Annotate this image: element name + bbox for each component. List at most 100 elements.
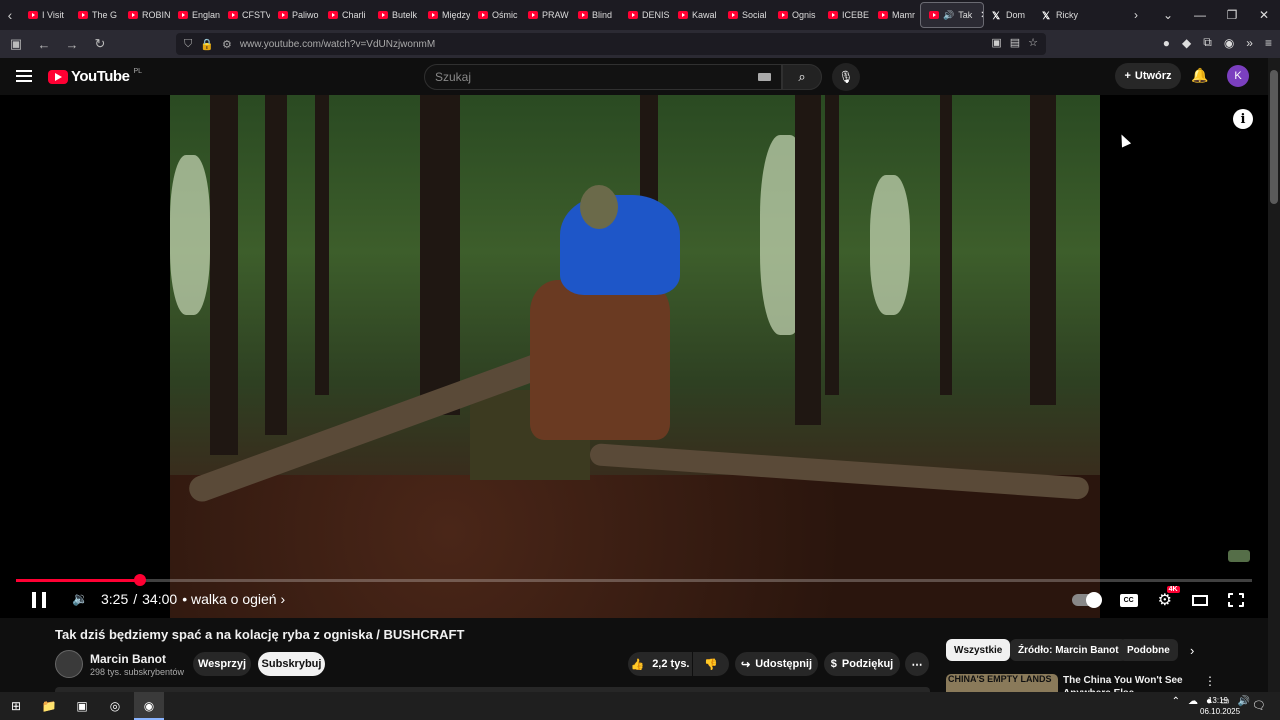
tab-scroll-left-button[interactable]: ‹ bbox=[0, 0, 20, 30]
thanks-button[interactable]: $ Podziękuj bbox=[824, 652, 900, 676]
pip-icon[interactable]: ▣ bbox=[991, 36, 1001, 49]
video-frame[interactable] bbox=[170, 95, 1100, 618]
system-clock[interactable]: 13:19 06.10.2025 bbox=[1200, 695, 1241, 717]
settings-gear-icon[interactable]: ⚙ 4K bbox=[1158, 586, 1180, 610]
browser-tab[interactable]: Ognis bbox=[770, 2, 820, 28]
reload-icon[interactable]: ↻ bbox=[88, 32, 112, 56]
video-player[interactable]: i 🔉 3:25 / 34:00 • walka o ogień › CC ⚙ 4… bbox=[0, 95, 1268, 618]
browser-tab[interactable]: 𝕏 Dom bbox=[984, 2, 1034, 28]
page-scrollbar[interactable] bbox=[1268, 58, 1280, 692]
channel-avatar[interactable] bbox=[55, 650, 83, 678]
cloud-icon[interactable]: ☁ bbox=[1188, 696, 1198, 707]
close-window-icon[interactable]: ✕ bbox=[1248, 8, 1280, 22]
lock-icon[interactable]: 🔒 bbox=[200, 38, 214, 51]
back-icon[interactable]: ← bbox=[32, 32, 56, 56]
browser-tab[interactable]: Englan bbox=[170, 2, 220, 28]
hamburger-menu-icon[interactable] bbox=[16, 70, 32, 82]
pause-icon[interactable] bbox=[32, 592, 46, 608]
account-avatar[interactable]: K bbox=[1227, 65, 1249, 87]
sidebar-toggle-icon[interactable]: ▣ bbox=[4, 32, 28, 56]
steam-icon[interactable]: ◎ bbox=[106, 697, 124, 715]
chevron-right-icon[interactable]: › bbox=[1190, 643, 1194, 658]
more-vertical-icon[interactable]: ⋮ bbox=[1204, 674, 1216, 688]
chip-from-channel[interactable]: Źródło: Marcin Banot bbox=[1010, 639, 1127, 661]
reader-icon[interactable]: ▤ bbox=[1010, 36, 1020, 49]
address-bar[interactable]: ⛉ 🔒 ⚙ www.youtube.com/watch?v=VdUNzjwonm… bbox=[176, 33, 1046, 55]
info-icon[interactable]: i bbox=[1233, 109, 1253, 129]
volume-icon[interactable]: 🔉 bbox=[72, 591, 88, 607]
browser-tab[interactable]: Social bbox=[720, 2, 770, 28]
firefox-icon[interactable]: ◉ bbox=[140, 697, 158, 715]
speaker-icon[interactable]: 🔊 bbox=[943, 10, 954, 21]
browser-tab[interactable]: Mamr bbox=[870, 2, 920, 28]
browser-tab[interactable]: The G bbox=[70, 2, 120, 28]
chapter-title[interactable]: • walka o ogień › bbox=[182, 591, 285, 607]
browser-tab[interactable]: Blind bbox=[570, 2, 620, 28]
file-explorer-icon[interactable]: 📁 bbox=[40, 697, 58, 715]
speaker-tray-icon[interactable]: 🔊 bbox=[1238, 696, 1250, 707]
shield-icon[interactable]: ⛉ bbox=[184, 38, 192, 51]
voice-search-button[interactable]: 🎙 bbox=[832, 63, 860, 91]
subscribe-button[interactable]: Subskrybuj bbox=[258, 652, 325, 676]
extension-shield-icon[interactable]: ● bbox=[1163, 36, 1170, 50]
create-button[interactable]: + Utwórz bbox=[1115, 63, 1181, 89]
theater-mode-icon[interactable] bbox=[1192, 594, 1208, 606]
restore-icon[interactable]: ❐ bbox=[1216, 8, 1248, 22]
forward-icon[interactable]: → bbox=[60, 32, 84, 56]
toolbar-extensions: ● ◆ ⧉ ◉ » ≡ bbox=[1163, 35, 1272, 50]
extension-badge-icon[interactable]: ◉ bbox=[1224, 36, 1234, 50]
recommendation-title[interactable]: The China You Won't See Anywhere Else bbox=[1063, 674, 1203, 692]
chip-all[interactable]: Wszystkie bbox=[946, 639, 1011, 661]
browser-tab[interactable]: Między bbox=[420, 2, 470, 28]
channel-name[interactable]: Marcin Banot bbox=[90, 652, 166, 666]
extension-fox-icon[interactable]: ◆ bbox=[1182, 36, 1191, 50]
browser-tab[interactable]: Paliwo bbox=[270, 2, 320, 28]
url-text[interactable]: www.youtube.com/watch?v=VdUNzjwonmM bbox=[240, 39, 435, 50]
notification-center-icon[interactable]: 🗨 bbox=[1252, 699, 1266, 712]
notifications-bell-icon[interactable]: 🔔 bbox=[1191, 67, 1208, 84]
tab-label: Tak bbox=[958, 10, 973, 20]
fullscreen-icon[interactable] bbox=[1228, 593, 1244, 607]
keyboard-icon[interactable] bbox=[758, 73, 771, 81]
scrollbar-thumb[interactable] bbox=[1270, 70, 1278, 204]
browser-tab[interactable]: CFSTV bbox=[220, 2, 270, 28]
browser-tab[interactable]: ROBIN bbox=[120, 2, 170, 28]
tray-chevron-icon[interactable]: ⌃ bbox=[1172, 696, 1180, 707]
app-icon[interactable]: ▣ bbox=[73, 697, 91, 715]
tab-list-icon[interactable]: ⌄ bbox=[1152, 8, 1184, 22]
browser-tab[interactable]: PRAW bbox=[520, 2, 570, 28]
youtube-logo[interactable]: YouTube PL bbox=[48, 68, 142, 85]
search-button[interactable]: ⌕ bbox=[782, 64, 822, 90]
chip-related[interactable]: Podobne bbox=[1119, 639, 1178, 661]
autoplay-toggle[interactable] bbox=[1071, 592, 1102, 608]
join-button[interactable]: Wesprzyj bbox=[193, 652, 251, 676]
like-button[interactable]: 👍 2,2 tys. bbox=[628, 652, 692, 676]
bookmark-star-icon[interactable]: ☆ bbox=[1028, 36, 1038, 49]
more-actions-button[interactable]: ⋯ bbox=[905, 652, 929, 676]
extensions-puzzle-icon[interactable]: ⧉ bbox=[1203, 35, 1212, 50]
recommendation-thumbnail[interactable]: CHINA'S EMPTY LANDS bbox=[946, 674, 1058, 692]
browser-tab[interactable]: 𝕏 Ricky bbox=[1034, 2, 1084, 28]
windows-start-icon[interactable]: ⊞ bbox=[7, 697, 25, 715]
progress-scrubber[interactable] bbox=[134, 574, 146, 586]
browser-tab[interactable]: ICEBE bbox=[820, 2, 870, 28]
clock-date: 06.10.2025 bbox=[1200, 707, 1241, 716]
share-button[interactable]: ↪ Udostępnij bbox=[735, 652, 818, 676]
browser-tab[interactable]: I Visit bbox=[20, 2, 70, 28]
minimize-icon[interactable]: — bbox=[1184, 8, 1216, 22]
browser-tab-active[interactable]: 🔊Tak✕ bbox=[920, 2, 984, 28]
browser-tab[interactable]: Charli bbox=[320, 2, 370, 28]
subtitles-icon[interactable]: CC bbox=[1119, 593, 1138, 607]
dislike-button[interactable]: 👎 bbox=[693, 652, 729, 676]
channel-watermark[interactable] bbox=[1228, 550, 1250, 562]
browser-tab[interactable]: Kawal bbox=[670, 2, 720, 28]
tab-scroll-right-button[interactable]: › bbox=[1120, 8, 1152, 22]
search-input[interactable]: Szukaj bbox=[424, 64, 782, 90]
app-menu-icon[interactable]: ≡ bbox=[1265, 36, 1272, 50]
browser-tab[interactable]: DENIS bbox=[620, 2, 670, 28]
browser-tab[interactable]: Ośmic bbox=[470, 2, 520, 28]
progress-bar[interactable] bbox=[16, 574, 1252, 586]
browser-tab[interactable]: Butelk bbox=[370, 2, 420, 28]
overflow-chevron-icon[interactable]: » bbox=[1246, 36, 1253, 50]
permissions-icon[interactable]: ⚙ bbox=[222, 38, 232, 51]
